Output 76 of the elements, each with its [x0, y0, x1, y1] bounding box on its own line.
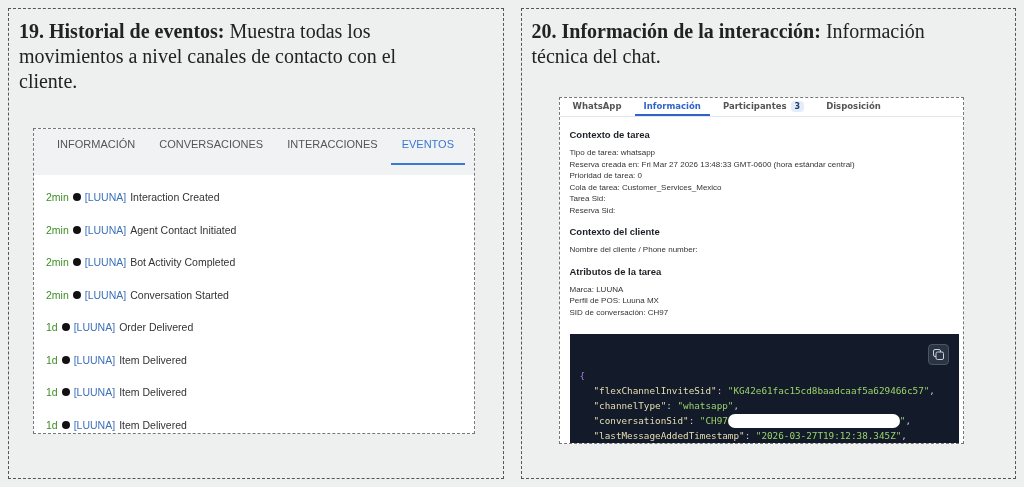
section-title: Contexto del cliente	[569, 226, 661, 237]
code-comma: ,	[929, 384, 935, 398]
code-value: "CH97	[699, 414, 728, 428]
dot-icon	[72, 290, 81, 299]
event-time: 1d	[46, 386, 58, 399]
event-text: Conversation Started	[130, 288, 229, 301]
code-colon: :	[716, 384, 723, 398]
tab[interactable]: Información	[634, 98, 710, 116]
event-text: Item Delivered	[119, 386, 187, 399]
event-time: 1d	[46, 353, 58, 366]
event-time: 2min	[46, 256, 69, 269]
code-comma: ,	[905, 414, 912, 428]
info-line: Marca: LUUNA	[569, 283, 624, 295]
event-brand: [LUUNA]	[73, 386, 116, 399]
info-line: Reserva creada en: Fri Mar 27 2026 13:48:33 GMT-0600 (hora estándar central)	[569, 158, 855, 170]
tab[interactable]: INTERACCIONES	[276, 129, 389, 165]
info-line: Tipo de tarea: whatsapp	[569, 147, 656, 159]
dot-icon	[72, 258, 81, 267]
dot-icon	[61, 420, 70, 429]
caption: 20. Información de la interacción: Información técnica del chat.	[531, 19, 926, 69]
code-colon: :	[744, 429, 751, 443]
event-text: Item Delivered	[119, 353, 187, 366]
code-value-end: "	[899, 414, 906, 428]
event-time: 2min	[46, 191, 69, 204]
event-brand: [LUUNA]	[73, 418, 116, 431]
tab[interactable]: EVENTOS	[390, 129, 465, 165]
event-brand: [LUUNA]	[84, 288, 127, 301]
tab[interactable]: WhatsApp	[563, 98, 631, 116]
code-comma: ,	[733, 399, 740, 413]
event-brand: [LUUNA]	[84, 223, 127, 236]
event-brand: [LUUNA]	[84, 256, 127, 269]
info-line: Perfil de POS: Luuna MX	[569, 295, 659, 307]
event-text: Bot Activity Completed	[130, 256, 236, 269]
code-key: "flexChannelInviteSid"	[593, 383, 717, 398]
caption: 19. Historial de eventos: Muestra todas los movimientos a nivel canales de contacto con el cliente.	[19, 19, 398, 94]
dot-icon	[61, 388, 70, 397]
event-text: Interaction Created	[130, 191, 220, 204]
info-line: Tarea Sid:	[569, 193, 606, 205]
info-line: Reserva Sid:	[569, 204, 616, 216]
dot-icon	[61, 355, 70, 364]
code-key: "channelType"	[593, 398, 667, 413]
code-value: "2026-03-27T19:12:38.345Z"	[755, 429, 902, 443]
tab[interactable]: CONVERSACIONES	[148, 129, 275, 165]
info-line: SID de conversación: CH97	[569, 306, 669, 318]
section-title: Contexto de tarea	[569, 129, 651, 140]
info-line: Cola de tarea: Customer_Services_Mexico	[569, 181, 722, 193]
code-key: "conversationSid"	[593, 413, 689, 428]
event-time: 1d	[46, 418, 58, 431]
event-text: Item Delivered	[119, 418, 187, 431]
event-brand: [LUUNA]	[84, 191, 127, 204]
event-text: Order Delivered	[119, 321, 194, 334]
event-brand: [LUUNA]	[73, 353, 116, 366]
code-brace: {	[579, 369, 586, 383]
tab[interactable]: Participantes 3	[713, 98, 814, 116]
info-line: Nombre del cliente / Phone number:	[569, 244, 698, 256]
section-title: Atributos de la tarea	[569, 265, 663, 277]
tab[interactable]: INFORMACIÓN	[46, 129, 147, 165]
code-colon: :	[666, 399, 672, 413]
code-value: "KG42e61fac15cd8baadcaaf5a629466c57"	[727, 384, 930, 398]
code-value: "whatsapp"	[677, 399, 734, 413]
dot-icon	[61, 323, 70, 332]
tab[interactable]: Disposición	[817, 98, 890, 116]
event-text: Agent Contact Initiated	[130, 223, 237, 236]
dot-icon	[72, 225, 81, 234]
event-time: 1d	[46, 321, 58, 334]
event-time: 2min	[46, 288, 69, 301]
count-badge: 3	[790, 101, 805, 112]
code-key: "lastMessageAddedTimestamp"	[593, 428, 745, 443]
code-colon: :	[688, 414, 695, 428]
info-line: Prioridad de tarea: 0	[569, 170, 642, 182]
event-time: 2min	[46, 223, 69, 236]
dot-icon	[72, 193, 81, 202]
copy-button[interactable]	[928, 344, 949, 365]
copy-icon	[933, 349, 944, 360]
event-brand: [LUUNA]	[73, 321, 116, 334]
code-comma: ,	[901, 429, 907, 443]
